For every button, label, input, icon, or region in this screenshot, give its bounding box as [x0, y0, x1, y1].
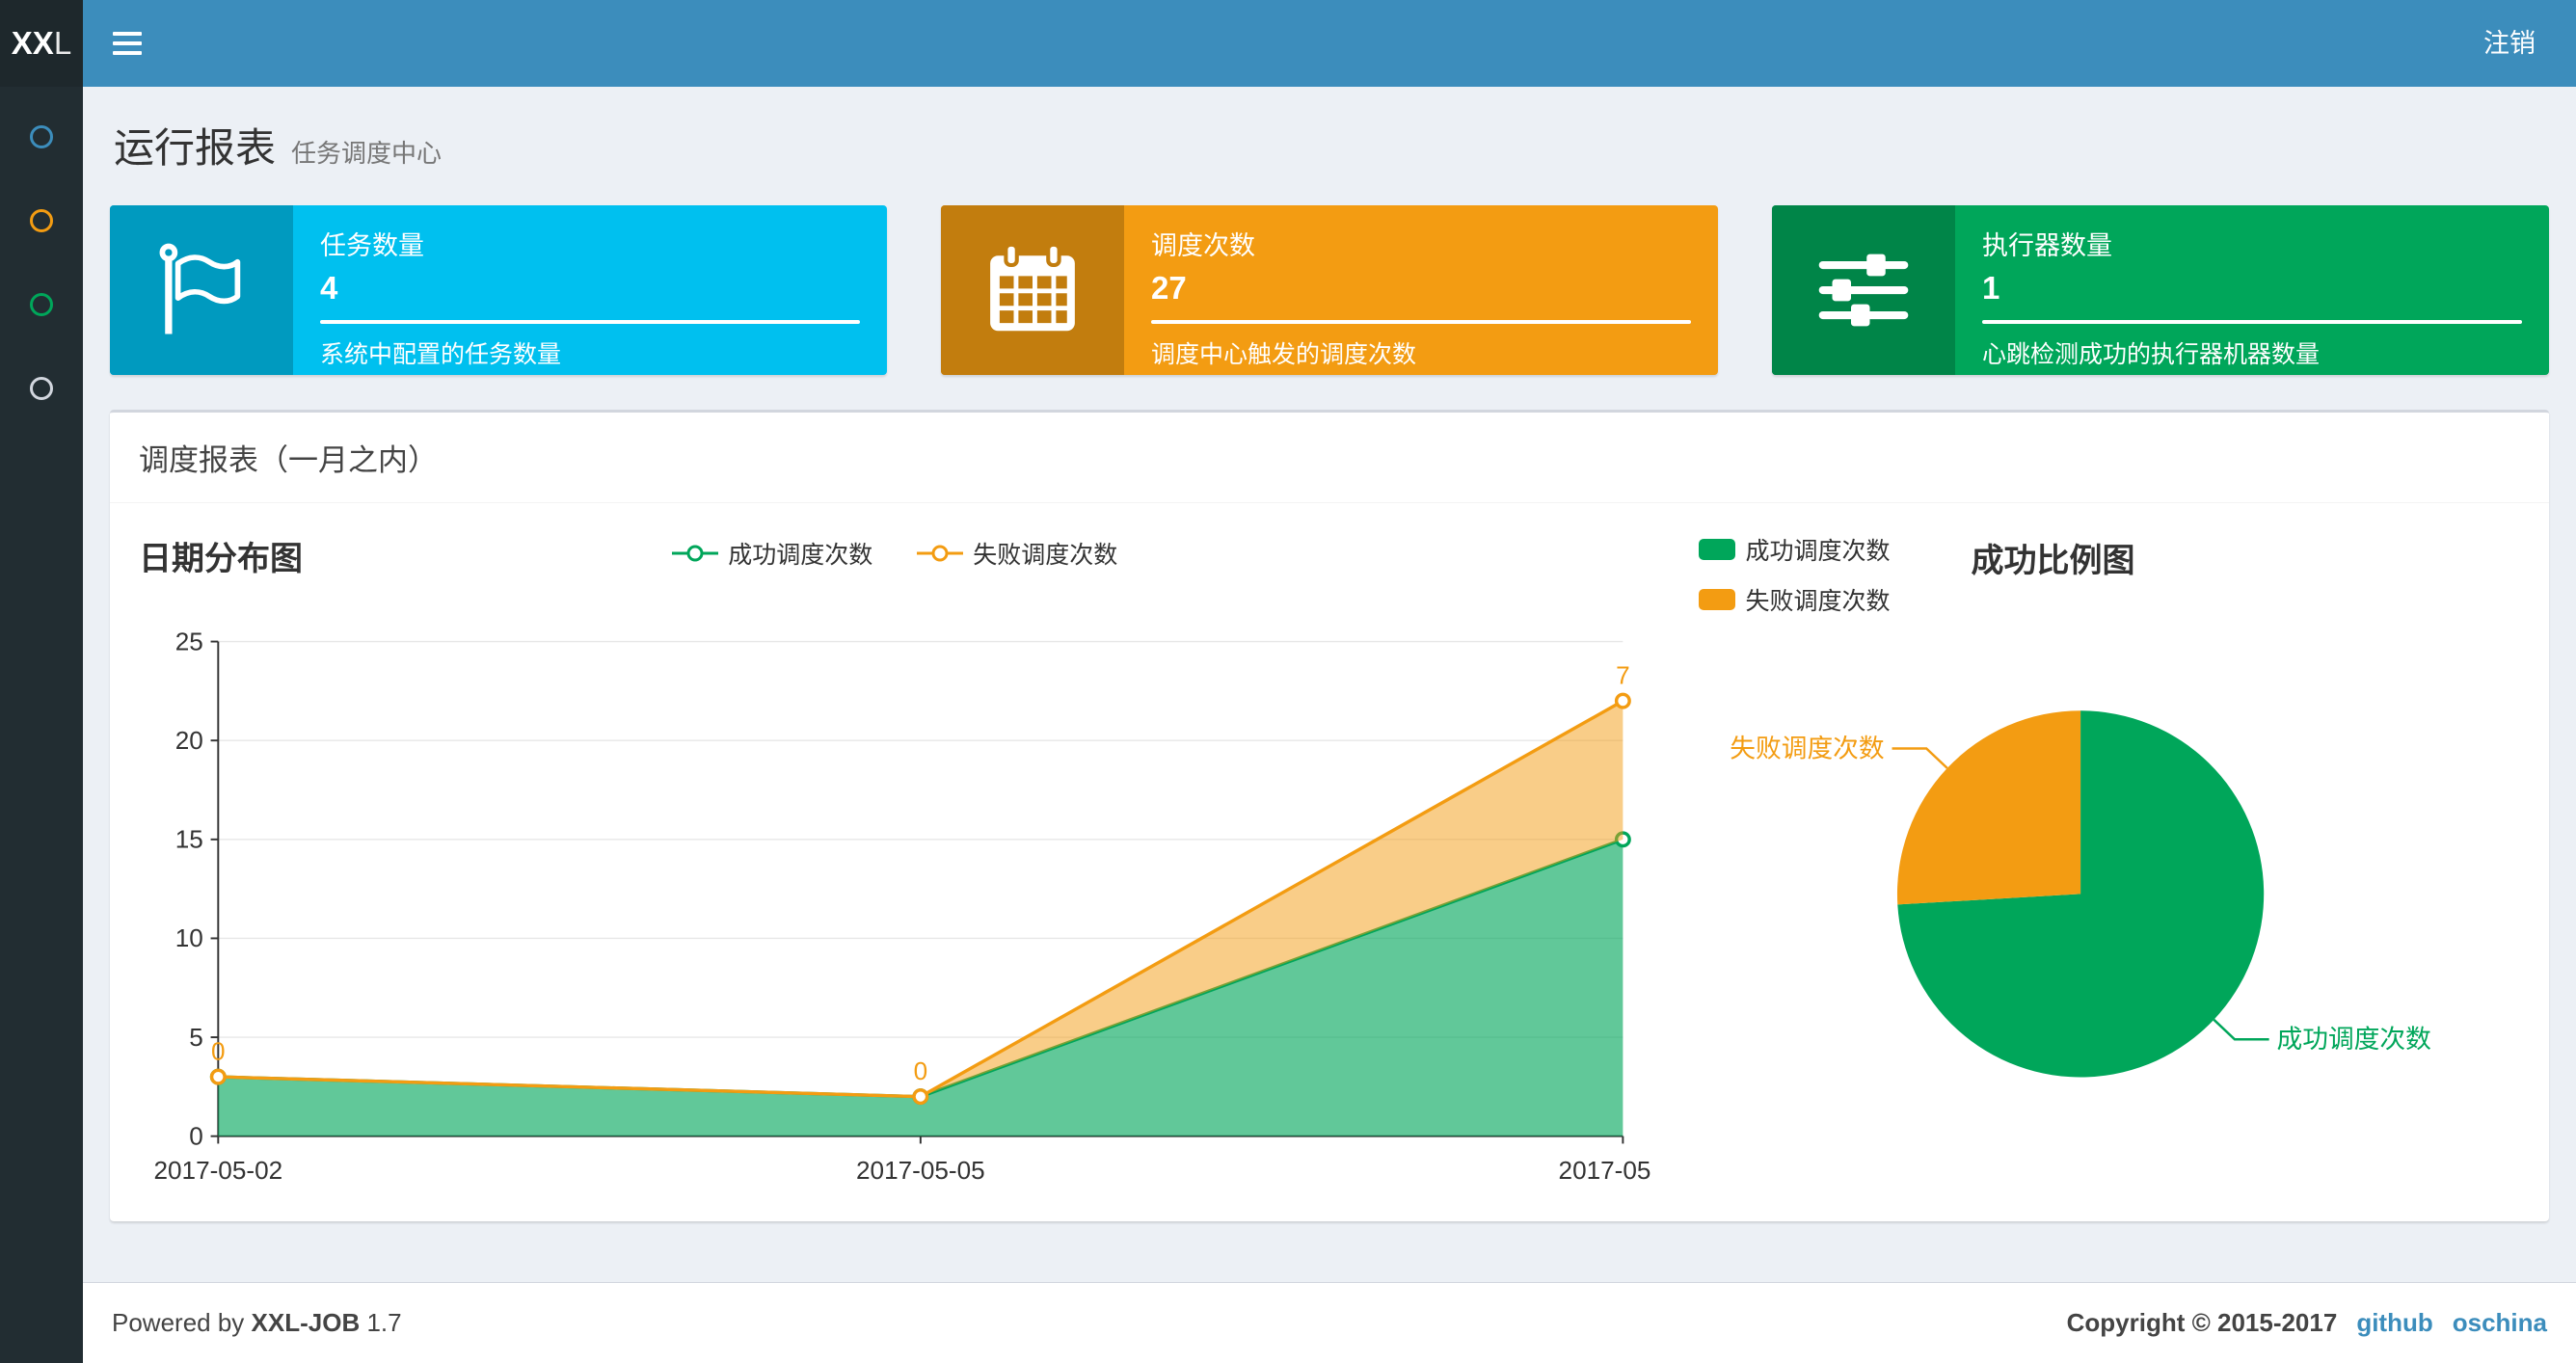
- circle-outline-icon: [30, 209, 53, 232]
- svg-text:25: 25: [175, 627, 203, 655]
- svg-text:0: 0: [189, 1121, 203, 1150]
- svg-text:5: 5: [189, 1023, 203, 1052]
- line-chart-header: 日期分布图 成功调度次数 失败调度次数: [139, 532, 1650, 600]
- legend-label: 失败调度次数: [1745, 588, 1891, 615]
- footer-right: Copyright © 2015-2017 github oschina: [2067, 1308, 2547, 1338]
- info-box-icon-area: [941, 205, 1124, 375]
- progress-bar: [1982, 320, 2522, 324]
- legend-item-success[interactable]: 成功调度次数: [672, 536, 872, 571]
- circle-outline-icon: [30, 377, 53, 400]
- github-link[interactable]: github: [2356, 1308, 2432, 1338]
- success-ratio-section: 成功调度次数 失败调度次数 成功比例图 成功调度次数 失败调度次数: [1699, 532, 2520, 1206]
- info-box-trigger-count: 调度次数 27 调度中心触发的调度次数: [941, 205, 1718, 375]
- legend-swatch: [1699, 589, 1736, 610]
- page-title: 运行报表: [114, 125, 277, 171]
- powered-prefix: Powered by: [112, 1308, 245, 1337]
- legend-label: 成功调度次数: [728, 542, 873, 569]
- logout-link[interactable]: 注销: [2443, 0, 2576, 87]
- svg-text:0: 0: [211, 1037, 226, 1066]
- info-box-description: 系统中配置的任务数量: [320, 341, 562, 368]
- date-distribution-section: 日期分布图 成功调度次数 失败调度次数 0 5 10 15 20 25 2017…: [139, 532, 1650, 1206]
- panel-title: 调度报表（一月之内）: [110, 413, 2549, 503]
- info-box-description: 调度中心触发的调度次数: [1151, 341, 1417, 368]
- app-shell: 运行报表 任务调度中心 任务数量 4 系统中配置的任务数量 调度次数 27 调度…: [0, 87, 2576, 1363]
- info-box-icon-area: [110, 205, 293, 375]
- info-box-title: 调度次数: [1151, 231, 1255, 260]
- svg-text:2017-05-02: 2017-05-02: [153, 1156, 282, 1185]
- info-box-job-count: 任务数量 4 系统中配置的任务数量: [110, 205, 887, 375]
- legend-item-fail[interactable]: 失败调度次数: [1699, 582, 1890, 617]
- info-box-content: 执行器数量 1 心跳检测成功的执行器机器数量: [1955, 205, 2549, 375]
- line-series-marker-icon: [917, 545, 964, 562]
- info-box-executor-count: 执行器数量 1 心跳检测成功的执行器机器数量: [1772, 205, 2549, 375]
- legend-label: 失败调度次数: [973, 542, 1118, 569]
- legend-item-fail[interactable]: 失败调度次数: [917, 536, 1117, 571]
- pie-chart-header: 成功调度次数 失败调度次数 成功比例图: [1699, 532, 2520, 638]
- app-window: XX L 注销 运行报表 任务调度中心 任务数量 4 系统中配置的任务数量 调度…: [0, 0, 2576, 1363]
- success-ratio-pie-chart: 成功调度次数 失败调度次数: [1731, 710, 2431, 1078]
- svg-text:10: 10: [175, 923, 203, 952]
- info-box-title: 执行器数量: [1982, 231, 2112, 260]
- main-area: 运行报表 任务调度中心 任务数量 4 系统中配置的任务数量 调度次数 27 调度…: [83, 87, 2576, 1363]
- calendar-icon: [990, 242, 1075, 332]
- svg-text:2017-05-08: 2017-05-08: [1559, 1156, 1651, 1185]
- svg-text:失败调度次数: 失败调度次数: [1731, 734, 1885, 762]
- svg-text:2017-05-05: 2017-05-05: [856, 1156, 985, 1185]
- footer-powered-by: Powered by XXL-JOB 1.7: [112, 1308, 402, 1338]
- svg-text:成功调度次数: 成功调度次数: [2277, 1025, 2431, 1054]
- line-series-marker-icon: [672, 545, 719, 562]
- line-chart-legend: 成功调度次数 失败调度次数: [139, 536, 1650, 571]
- sidebar-item-jobs[interactable]: [0, 209, 83, 234]
- svg-text:15: 15: [175, 825, 203, 854]
- svg-text:20: 20: [175, 726, 203, 755]
- circle-outline-icon: [30, 125, 53, 148]
- info-box-value: 4: [320, 270, 338, 306]
- content: 运行报表 任务调度中心 任务数量 4 系统中配置的任务数量 调度次数 27 调度…: [83, 87, 2576, 1282]
- info-box-content: 任务数量 4 系统中配置的任务数量: [293, 205, 887, 375]
- page-subtitle: 任务调度中心: [291, 139, 443, 168]
- app-logo-text-light: L: [53, 25, 72, 61]
- sidebar-item-executors[interactable]: [0, 377, 83, 402]
- top-navbar: XX L 注销: [0, 0, 2576, 87]
- sliders-icon: [1818, 254, 1909, 327]
- sidebar-item-logs[interactable]: [0, 293, 83, 318]
- info-box-value: 27: [1151, 270, 1187, 306]
- info-box-value: 1: [1982, 270, 2000, 306]
- progress-bar: [1151, 320, 1691, 324]
- pie-chart-title: 成功比例图: [1971, 543, 2135, 579]
- flag-icon: [159, 243, 241, 334]
- page-header: 运行报表 任务调度中心: [110, 112, 2549, 174]
- legend-item-success[interactable]: 成功调度次数: [1699, 532, 1890, 567]
- sidebar-toggle-button[interactable]: [83, 0, 172, 87]
- sidebar: [0, 87, 83, 1363]
- legend-label: 成功调度次数: [1745, 538, 1891, 565]
- legend-swatch: [1699, 539, 1736, 560]
- progress-bar: [320, 320, 860, 324]
- circle-outline-icon: [30, 293, 53, 316]
- footer: Powered by XXL-JOB 1.7 Copyright © 2015-…: [83, 1282, 2576, 1363]
- pie-chart-legend: 成功调度次数 失败调度次数: [1699, 532, 1890, 617]
- copyright-text: Copyright © 2015-2017: [2066, 1308, 2338, 1337]
- info-box-icon-area: [1772, 205, 1955, 375]
- svg-text:7: 7: [1616, 661, 1630, 690]
- info-box-content: 调度次数 27 调度中心触发的调度次数: [1124, 205, 1718, 375]
- panel-body: 日期分布图 成功调度次数 失败调度次数 0 5 10 15 20 25 2017…: [110, 503, 2549, 1221]
- svg-text:0: 0: [914, 1056, 928, 1085]
- oschina-link[interactable]: oschina: [2453, 1308, 2547, 1338]
- hamburger-icon: [113, 32, 142, 55]
- app-logo-text-bold: XX: [11, 25, 54, 61]
- product-name: XXL-JOB: [251, 1308, 361, 1337]
- navbar: 注销: [83, 0, 2576, 87]
- date-distribution-chart: 05101520252017-05-022017-05-052017-05-08…: [153, 627, 1651, 1185]
- schedule-report-panel: 调度报表（一月之内） 日期分布图 成功调度次数 失败调度次数 0 5 10 15…: [110, 410, 2549, 1222]
- product-version: 1.7: [366, 1308, 402, 1337]
- sidebar-item-report[interactable]: [0, 125, 83, 150]
- info-box-description: 心跳检测成功的执行器机器数量: [1982, 341, 2321, 368]
- app-logo[interactable]: XX L: [0, 0, 83, 87]
- info-box-row: 任务数量 4 系统中配置的任务数量 调度次数 27 调度中心触发的调度次数 执行…: [110, 205, 2549, 375]
- info-box-title: 任务数量: [320, 231, 424, 260]
